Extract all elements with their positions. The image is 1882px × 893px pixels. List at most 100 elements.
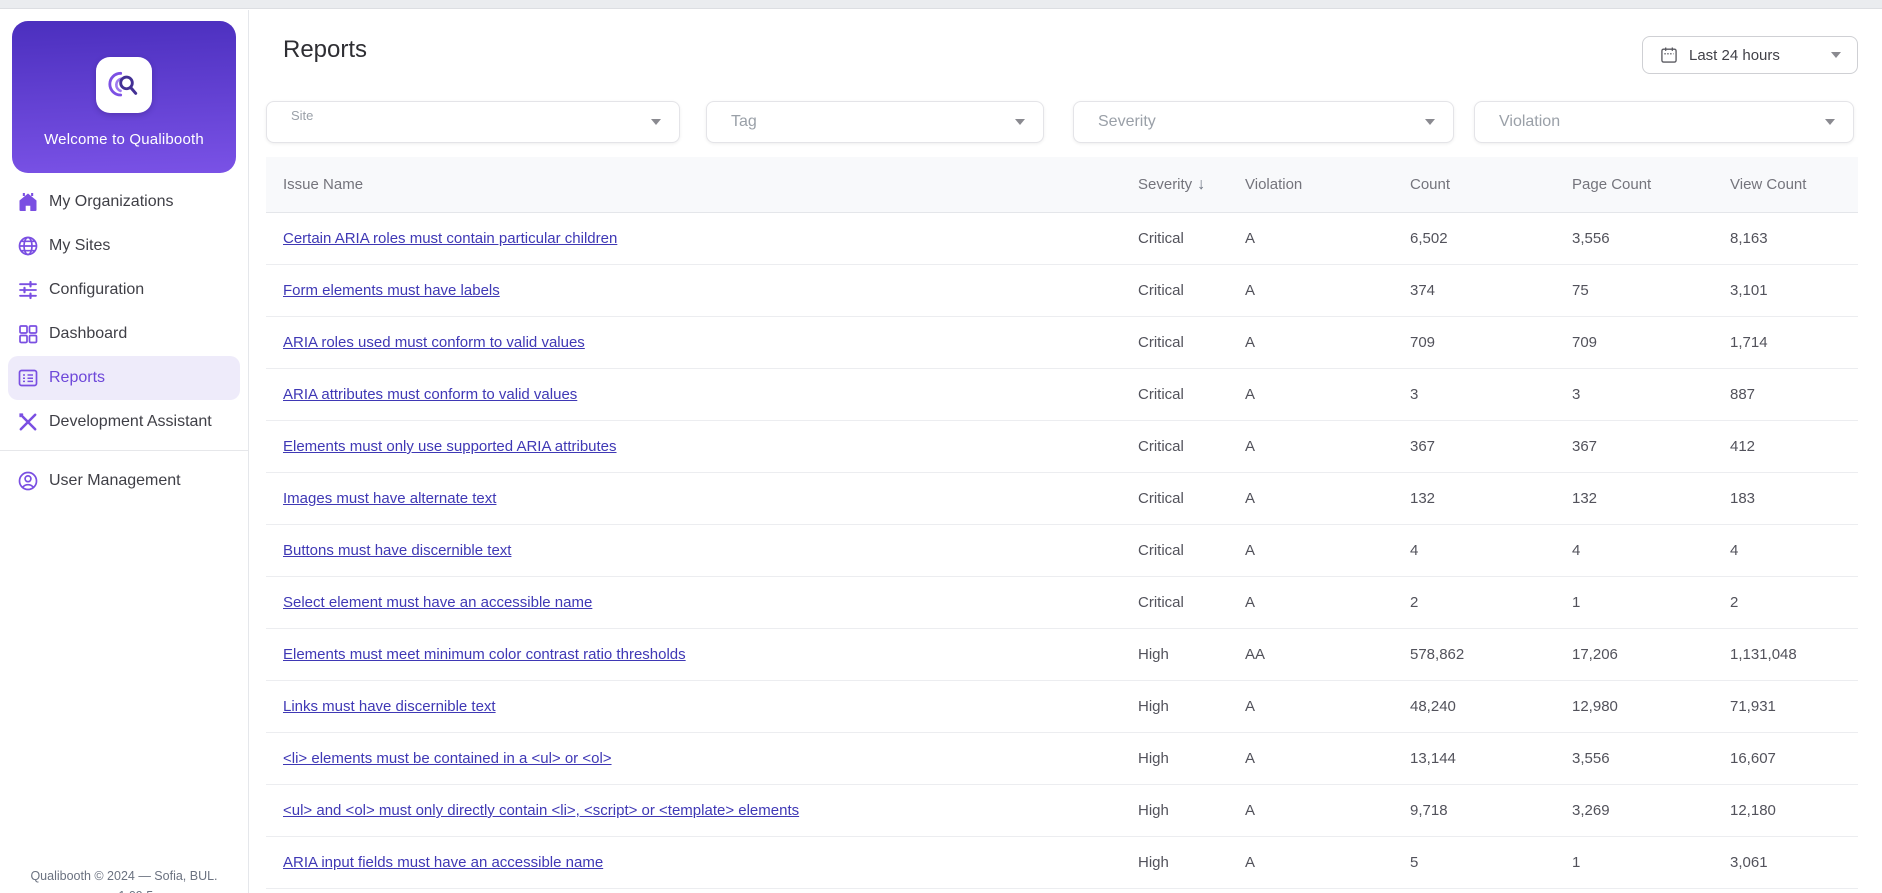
severity-cell: High [1138, 802, 1169, 819]
count-cell: 9,718 [1410, 802, 1448, 819]
issue-link[interactable]: Elements must meet minimum color contras… [283, 646, 686, 663]
view-count-cell: 71,931 [1730, 698, 1776, 715]
page-count-cell: 367 [1572, 438, 1598, 455]
issue-link[interactable]: Certain ARIA roles must contain particul… [283, 230, 617, 247]
violation-cell: A [1245, 490, 1256, 507]
page-count-cell: 12,980 [1572, 698, 1618, 715]
severity-cell: High [1138, 750, 1169, 767]
violation-cell: A [1245, 802, 1256, 819]
table-row: Links must have discernible text High A … [266, 681, 1858, 733]
issue-link[interactable]: Links must have discernible text [283, 698, 496, 715]
issue-link[interactable]: Select element must have an accessible n… [283, 594, 592, 611]
date-range-button[interactable]: Last 24 hours [1642, 36, 1858, 74]
issue-link[interactable]: Elements must only use supported ARIA at… [283, 438, 617, 455]
filter-severity-select[interactable]: Severity [1073, 101, 1454, 143]
page-count-cell: 3,269 [1572, 802, 1610, 819]
view-count-cell: 4 [1730, 542, 1739, 559]
severity-cell: Critical [1138, 230, 1184, 247]
filter-tag-select[interactable]: Tag [706, 101, 1044, 143]
table-row: Images must have alternate text Critical… [266, 473, 1858, 525]
reports-icon [16, 366, 40, 390]
filter-site-select[interactable]: Site [266, 101, 680, 143]
count-cell: 3 [1410, 386, 1419, 403]
issue-link[interactable]: ARIA input fields must have an accessibl… [283, 854, 603, 871]
violation-cell: AA [1245, 646, 1266, 663]
column-violation[interactable]: Violation [1245, 176, 1410, 193]
severity-cell: Critical [1138, 490, 1184, 507]
dashboard-icon [16, 322, 40, 346]
violation-cell: A [1245, 282, 1256, 299]
column-view-count[interactable]: View Count [1730, 176, 1858, 193]
table-row: ARIA input fields must have an accessibl… [266, 837, 1858, 889]
main-content: Reports Last 24 hours Site Tag Severity … [250, 10, 1882, 893]
page-count-cell: 3 [1572, 386, 1581, 403]
page-count-cell: 709 [1572, 334, 1598, 351]
issue-link[interactable]: Images must have alternate text [283, 490, 496, 507]
view-count-cell: 8,163 [1730, 230, 1768, 247]
count-cell: 13,144 [1410, 750, 1456, 767]
table-row: <ul> and <ol> must only directly contain… [266, 785, 1858, 837]
view-count-cell: 887 [1730, 386, 1756, 403]
development-assistant-icon [16, 410, 40, 434]
issue-link[interactable]: ARIA attributes must conform to valid va… [283, 386, 577, 403]
issue-link[interactable]: <li> elements must be contained in a <ul… [283, 750, 612, 767]
table-row: Buttons must have discernible text Criti… [266, 525, 1858, 577]
sidebar-item-dashboard[interactable]: Dashboard [0, 312, 248, 356]
severity-cell: Critical [1138, 542, 1184, 559]
column-page-count[interactable]: Page Count [1572, 176, 1730, 193]
count-cell: 367 [1410, 438, 1436, 455]
sidebar-item-my-sites[interactable]: My Sites [0, 224, 248, 268]
violation-cell: A [1245, 542, 1256, 559]
table-row: Elements must only use supported ARIA at… [266, 421, 1858, 473]
count-cell: 6,502 [1410, 230, 1448, 247]
filter-tag-label: Tag [731, 113, 757, 130]
chevron-down-icon [1425, 119, 1435, 125]
violation-cell: A [1245, 594, 1256, 611]
column-issue-name[interactable]: Issue Name [283, 176, 1138, 193]
page-title: Reports [283, 36, 368, 63]
table-row: <li> elements must be contained in a <ul… [266, 733, 1858, 785]
sidebar-item-development-assistant[interactable]: Development Assistant [0, 400, 248, 444]
severity-cell: Critical [1138, 386, 1184, 403]
page-count-cell: 75 [1572, 282, 1589, 299]
sidebar-item-reports[interactable]: Reports [8, 356, 240, 400]
filter-violation-select[interactable]: Violation [1474, 101, 1854, 143]
violation-cell: A [1245, 334, 1256, 351]
sidebar-item-label: Configuration [49, 281, 145, 298]
welcome-text: Welcome to Qualibooth [44, 131, 204, 148]
column-severity[interactable]: Severity ↓ [1138, 176, 1245, 194]
sidebar-item-label: My Sites [49, 237, 111, 254]
sidebar-item-label: Dashboard [49, 325, 128, 342]
version-text: ver. 1.09.5 [0, 886, 248, 893]
reports-table: Issue Name Severity ↓ Violation Count Pa… [266, 157, 1858, 889]
view-count-cell: 12,180 [1730, 802, 1776, 819]
sidebar-item-user-management[interactable]: User Management [0, 459, 248, 503]
count-cell: 5 [1410, 854, 1419, 871]
qualibooth-magnifier-logo-icon [96, 57, 152, 113]
issue-link[interactable]: Form elements must have labels [283, 282, 500, 299]
severity-cell: Critical [1138, 594, 1184, 611]
organizations-icon [16, 190, 40, 214]
issue-link[interactable]: Buttons must have discernible text [283, 542, 511, 559]
sidebar-item-label: User Management [49, 472, 181, 489]
sidebar-item-configuration[interactable]: Configuration [0, 268, 248, 312]
violation-cell: A [1245, 386, 1256, 403]
count-cell: 374 [1410, 282, 1436, 299]
violation-cell: A [1245, 854, 1256, 871]
sidebar-item-my-organizations[interactable]: My Organizations [0, 180, 248, 224]
severity-cell: Critical [1138, 438, 1184, 455]
count-cell: 48,240 [1410, 698, 1456, 715]
issue-link[interactable]: <ul> and <ol> must only directly contain… [283, 802, 799, 819]
page-count-cell: 1 [1572, 854, 1581, 871]
page-count-cell: 132 [1572, 490, 1598, 507]
page-count-cell: 4 [1572, 542, 1581, 559]
configuration-icon [16, 278, 40, 302]
sidebar-nav: My Organizations My Sites Configuration … [0, 180, 248, 503]
issue-link[interactable]: ARIA roles used must conform to valid va… [283, 334, 585, 351]
page-count-cell: 17,206 [1572, 646, 1618, 663]
view-count-cell: 3,101 [1730, 282, 1768, 299]
column-count[interactable]: Count [1410, 176, 1572, 193]
sidebar-item-label: Development Assistant [49, 413, 212, 430]
page-count-cell: 3,556 [1572, 230, 1610, 247]
count-cell: 4 [1410, 542, 1419, 559]
